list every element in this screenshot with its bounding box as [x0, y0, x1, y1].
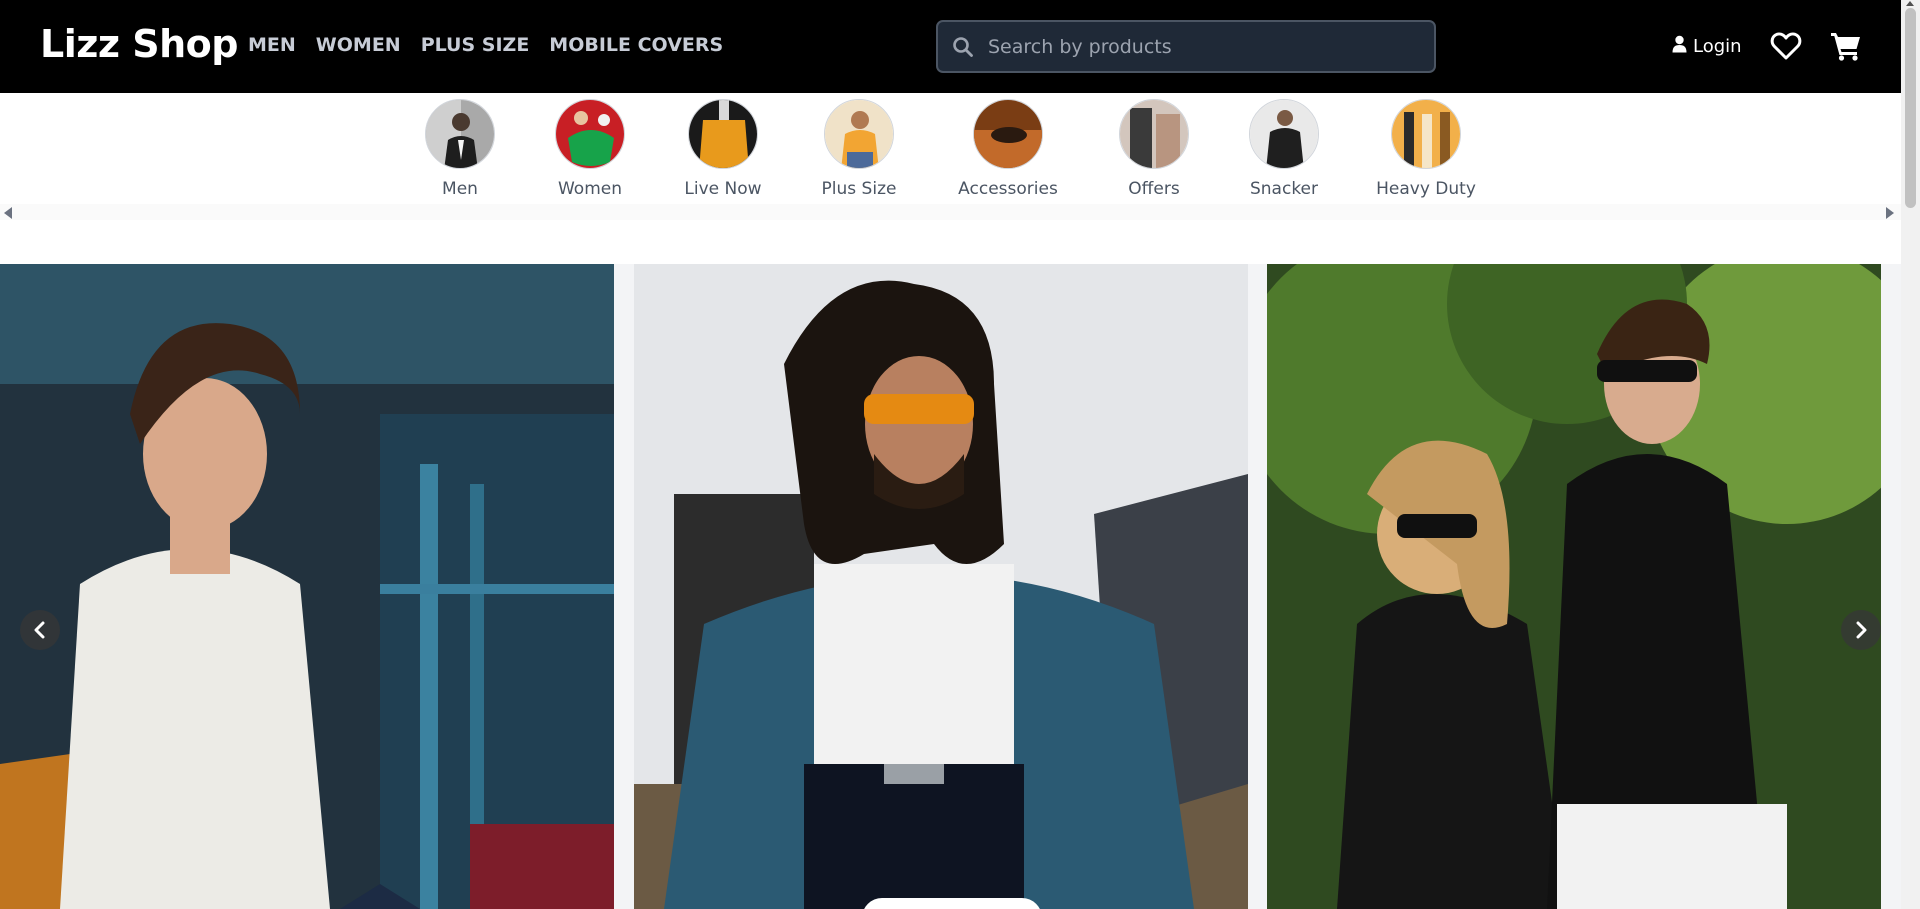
hero-slide-2[interactable] [634, 264, 1248, 909]
nav-item-men[interactable]: MEN [248, 34, 296, 56]
category-men-image [425, 99, 495, 169]
carousel-pill [862, 898, 1042, 909]
hero-slide-1-image [0, 264, 614, 909]
login-button[interactable]: Login [1672, 35, 1742, 58]
category-accessories[interactable]: Accessories [943, 99, 1073, 199]
hero-slide-3-image [1267, 264, 1881, 909]
category-plus-size-image [824, 99, 894, 169]
category-snacker-image [1249, 99, 1319, 169]
category-label: Live Now [684, 179, 762, 199]
category-plus-size[interactable]: Plus Size [794, 99, 924, 199]
search-box [936, 20, 1436, 73]
search-input[interactable] [988, 22, 1428, 71]
heart-icon [1770, 32, 1802, 65]
category-label: Heavy Duty [1376, 179, 1476, 199]
category-label: Plus Size [821, 179, 897, 199]
category-label: Snacker [1249, 179, 1319, 199]
scroll-right-arrow[interactable] [1886, 207, 1894, 219]
wishlist-button[interactable] [1770, 31, 1802, 61]
nav-item-mobile-covers[interactable]: MOBILE COVERS [549, 34, 723, 56]
hero-carousel [0, 264, 1901, 909]
cart-icon [1830, 33, 1862, 65]
page-scrollbar[interactable] [1901, 0, 1920, 909]
top-header: Lizz Shop MEN WOMEN PLUS SIZE MOBILE COV… [0, 0, 1901, 93]
carousel-prev-button[interactable] [20, 610, 60, 650]
category-live-now-image [688, 99, 758, 169]
login-label: Login [1693, 36, 1742, 57]
user-icon [1672, 35, 1687, 58]
category-scrollbar[interactable] [0, 204, 1901, 220]
category-men[interactable]: Men [395, 99, 525, 199]
category-women[interactable]: Women [525, 99, 655, 199]
hero-slide-1[interactable] [0, 264, 614, 909]
page-scrollbar-thumb[interactable] [1905, 8, 1916, 208]
category-label: Women [557, 179, 622, 199]
brand-logo[interactable]: Lizz Shop [40, 22, 238, 66]
nav-item-plus-size[interactable]: PLUS SIZE [421, 34, 530, 56]
category-label: Men [442, 179, 478, 199]
category-label: Accessories [958, 179, 1058, 199]
category-live-now[interactable]: Live Now [658, 99, 788, 199]
category-strip: Men Women Live Now Plus Size Accessories… [0, 93, 1901, 223]
category-heavy-duty[interactable]: Heavy Duty [1361, 99, 1491, 199]
category-label: Offers [1128, 179, 1180, 199]
scroll-up-arrow[interactable] [1906, 1, 1914, 6]
category-snacker[interactable]: Snacker [1219, 99, 1349, 199]
category-heavy-duty-image [1391, 99, 1461, 169]
nav-item-women[interactable]: WOMEN [316, 34, 401, 56]
category-offers[interactable]: Offers [1089, 99, 1219, 199]
hero-slide-3[interactable] [1267, 264, 1881, 909]
main-nav: MEN WOMEN PLUS SIZE MOBILE COVERS [248, 34, 723, 56]
cart-button[interactable] [1830, 31, 1862, 61]
hero-slide-2-image [634, 264, 1248, 909]
category-accessories-image [973, 99, 1043, 169]
carousel-next-button[interactable] [1841, 610, 1881, 650]
category-women-image [555, 99, 625, 169]
search-icon [952, 36, 974, 58]
scroll-left-arrow[interactable] [4, 207, 12, 219]
category-offers-image [1119, 99, 1189, 169]
